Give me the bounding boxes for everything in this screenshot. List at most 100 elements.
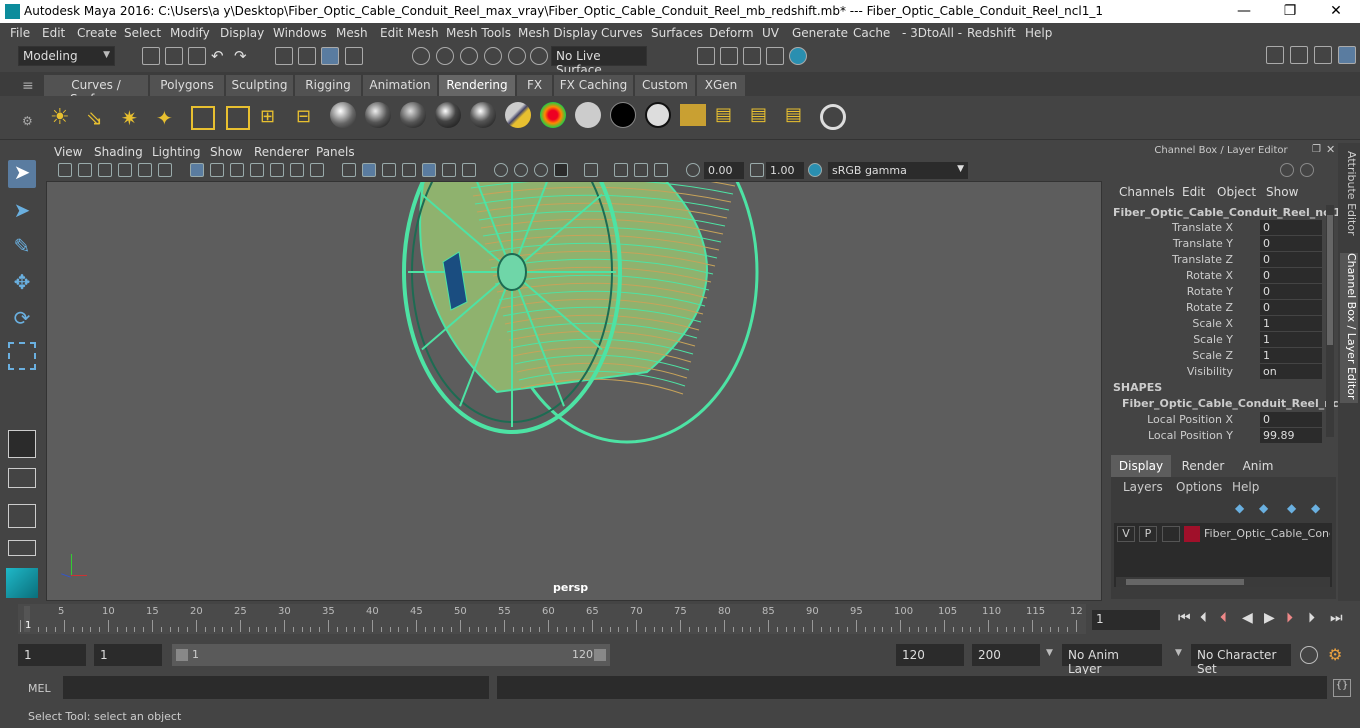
hud-icon[interactable]: [654, 163, 668, 177]
graph-layout-icon[interactable]: [8, 540, 36, 556]
snap-surface-icon[interactable]: [508, 47, 526, 65]
attribute-row[interactable]: Scale Y 1: [1104, 332, 1326, 348]
command-language-label[interactable]: MEL: [28, 682, 51, 695]
snap-grid-icon[interactable]: [412, 47, 430, 65]
shadows-icon[interactable]: [442, 163, 456, 177]
go-to-end-icon[interactable]: ⏭: [1330, 610, 1343, 626]
workspace-icon[interactable]: [1266, 46, 1284, 64]
light-linking-icon[interactable]: ⊟: [296, 106, 322, 130]
rotate-tool-icon[interactable]: ⟳: [8, 306, 36, 334]
volume-light-icon[interactable]: [226, 106, 250, 130]
animation-preferences-icon[interactable]: ⚙: [1328, 645, 1342, 664]
shelf-tab-custom[interactable]: Custom: [635, 75, 695, 96]
attribute-value-field[interactable]: 1: [1260, 348, 1322, 363]
shelf-tab-polygons[interactable]: Polygons: [150, 75, 224, 96]
new-layer-selected-icon[interactable]: ◆: [1311, 501, 1320, 515]
menu-help[interactable]: Help: [1025, 26, 1052, 40]
render-diagnostics-icon[interactable]: [820, 104, 846, 130]
lambert-material-icon[interactable]: [330, 102, 356, 128]
attribute-label[interactable]: Local Position X: [1147, 413, 1233, 426]
chevron-down-icon[interactable]: ▼: [1046, 648, 1053, 658]
channel-box-side-tab[interactable]: Channel Box / Layer Editor: [1340, 253, 1358, 403]
antialiasing-icon[interactable]: [534, 163, 548, 177]
two-d-pan-zoom-icon[interactable]: [138, 163, 152, 177]
float-panel-icon[interactable]: ❐: [1312, 144, 1321, 155]
select-component-icon[interactable]: [321, 47, 339, 65]
menu-mesh-tools[interactable]: Mesh Tools: [446, 26, 511, 40]
menu-file[interactable]: File: [10, 26, 30, 40]
paint-select-tool-icon[interactable]: ✎: [8, 234, 36, 262]
menu-curves[interactable]: Curves: [601, 26, 643, 40]
smooth-shade-icon[interactable]: [362, 163, 376, 177]
shading-map-icon[interactable]: [645, 102, 671, 128]
scale-tool-icon[interactable]: [8, 342, 36, 370]
redo-icon[interactable]: ↷: [234, 47, 252, 65]
shelf-tab-animation[interactable]: Animation: [363, 75, 437, 96]
attribute-row[interactable]: Scale X 1: [1104, 316, 1326, 332]
menu-create[interactable]: Create: [77, 26, 117, 40]
undo-icon[interactable]: ↶: [211, 47, 229, 65]
layer-visibility-toggle[interactable]: V: [1117, 526, 1135, 542]
ambient-light-icon[interactable]: ☀: [50, 106, 74, 130]
attribute-label[interactable]: Rotate Y: [1187, 285, 1233, 298]
show-tool-settings-icon[interactable]: [1314, 46, 1332, 64]
area-light-icon[interactable]: [191, 106, 215, 130]
color-management-icon[interactable]: [808, 163, 822, 177]
menu-uv[interactable]: UV: [762, 26, 779, 40]
show-channel-box-icon[interactable]: [1338, 46, 1356, 64]
snap-view-icon[interactable]: [484, 47, 502, 65]
gamma-field[interactable]: 1.00: [766, 162, 804, 179]
use-all-lights-icon[interactable]: [422, 163, 436, 177]
ramp-shader-icon[interactable]: [540, 102, 566, 128]
attribute-editor-side-tab[interactable]: Attribute Editor: [1340, 151, 1358, 241]
shelf-tab-sculpting[interactable]: Sculpting: [226, 75, 293, 96]
channel-box-menu-show[interactable]: Show: [1266, 185, 1298, 199]
camera-attributes-icon[interactable]: [78, 163, 92, 177]
playback-end-field[interactable]: 120: [896, 644, 964, 666]
attribute-value-field[interactable]: 1: [1260, 332, 1322, 347]
safe-title-icon[interactable]: [310, 163, 324, 177]
channel-box-menu-channels[interactable]: Channels: [1119, 185, 1175, 199]
layer-tab-anim[interactable]: Anim: [1235, 455, 1281, 477]
menu-mesh-display[interactable]: Mesh Display: [518, 26, 598, 40]
attribute-value-field[interactable]: 0: [1260, 268, 1322, 283]
layer-menu-options[interactable]: Options: [1176, 480, 1222, 494]
attribute-value-field[interactable]: 0: [1260, 284, 1322, 299]
command-input[interactable]: [63, 676, 489, 699]
menu-surfaces[interactable]: Surfaces: [651, 26, 703, 40]
step-back-icon[interactable]: ⏴: [1200, 610, 1207, 626]
layered-shader-icon[interactable]: [505, 102, 531, 128]
script-editor-icon[interactable]: {}: [1333, 679, 1351, 697]
render-layer-icon[interactable]: ▤: [715, 104, 741, 126]
attribute-label[interactable]: Scale Y: [1193, 333, 1233, 346]
shelf-menu-icon[interactable]: ≡: [22, 78, 34, 94]
snap-curve-icon[interactable]: [436, 47, 454, 65]
close-panel-icon[interactable]: ✕: [1326, 143, 1335, 156]
move-layer-up-icon[interactable]: ◆: [1235, 501, 1244, 515]
layer-color-swatch[interactable]: [1184, 526, 1200, 542]
exposure-icon[interactable]: [686, 163, 700, 177]
layer-menu-help[interactable]: Help: [1232, 480, 1259, 494]
render-setup-icon[interactable]: ▤: [785, 104, 811, 126]
grease-pencil-icon[interactable]: [158, 163, 172, 177]
single-pane-layout-icon[interactable]: [8, 430, 36, 458]
menu-modify[interactable]: Modify: [170, 26, 210, 40]
panel-menu-renderer[interactable]: Renderer: [254, 145, 309, 159]
safe-action-icon[interactable]: [290, 163, 304, 177]
xray-active-components-icon[interactable]: [634, 163, 648, 177]
attribute-label[interactable]: Translate X: [1172, 221, 1233, 234]
minimize-button[interactable]: —: [1221, 1, 1267, 22]
layer-hscrollbar[interactable]: [1116, 577, 1330, 587]
panel-menu-show[interactable]: Show: [210, 145, 242, 159]
shelf-tab-fx[interactable]: FX: [517, 75, 552, 96]
attribute-row[interactable]: Translate X 0: [1104, 220, 1326, 236]
attribute-row[interactable]: Visibility on: [1104, 364, 1326, 380]
anisotropic-material-icon[interactable]: [470, 102, 496, 128]
snap-point-icon[interactable]: [460, 47, 478, 65]
panel-menu-view[interactable]: View: [54, 145, 82, 159]
live-surface-field[interactable]: No Live Surface: [551, 46, 647, 77]
exposure-field[interactable]: 0.00: [704, 162, 744, 179]
shelf-tab-rigging[interactable]: Rigging: [295, 75, 361, 96]
menu-windows[interactable]: Windows: [273, 26, 327, 40]
attribute-value-field[interactable]: 99.89: [1260, 428, 1322, 443]
